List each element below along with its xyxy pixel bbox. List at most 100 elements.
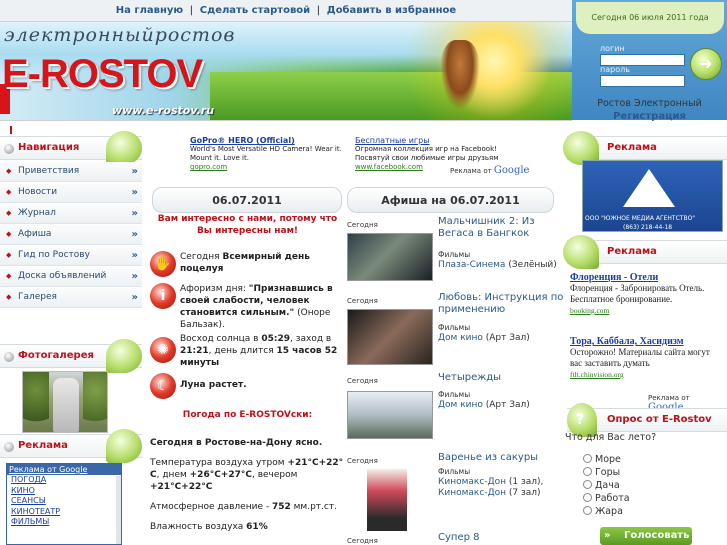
tab-afisha[interactable]: Афиша на 06.07.2011	[347, 187, 554, 213]
event-image[interactable]	[367, 469, 407, 531]
aphorism-prefix: Афоризм дня:	[180, 284, 246, 294]
current-date: Сегодня 06 июля 2011 года	[576, 2, 724, 34]
bookmark-link[interactable]: Добавить в избранное	[327, 5, 456, 16]
event-title[interactable]: Мальчишник 2: Из Вегаса в Бангкок	[438, 216, 568, 240]
media-agency-banner[interactable]: ООО "ЮЖНОЕ МЕДИА АГЕНТСТВО" (863) 218-44…	[582, 160, 723, 232]
radio-icon[interactable]	[583, 493, 592, 502]
aphorism-row: i Афоризм дня: "Признавшись в своей слаб…	[150, 283, 345, 333]
weather-title: Погода по E-ROSTOVски:	[182, 410, 313, 420]
pressure-text: Атмосферное давление - 752 мм.рт.ст.	[150, 501, 345, 513]
pressure-label: Атмосферное давление -	[150, 502, 270, 512]
nav-item-journal[interactable]: ◆ Журнал »	[0, 204, 142, 224]
ads-left-box: Реклама от Google ПОГОДА КИНО СЕАНСЫ КИН…	[6, 463, 122, 545]
nav-item-guide[interactable]: ◆ Гид по Ростову »	[0, 246, 142, 266]
nav-item-label: Приветствия	[18, 166, 80, 176]
pyramid-logo-icon	[623, 169, 675, 207]
password-label: пароль	[600, 65, 630, 74]
event-title[interactable]: Любовь: Инструкция по применению	[438, 292, 568, 316]
password-input[interactable]	[600, 75, 685, 87]
header-banner: электронныйростов E-ROSTOV www.e-rostov.…	[0, 22, 572, 120]
banner-phone: (863) 218-44-18	[623, 224, 673, 231]
poll-option-label: Море	[595, 454, 621, 465]
register-link[interactable]: Регистрация	[572, 111, 727, 122]
poll-option[interactable]: Море	[583, 454, 621, 465]
moon-row: ☾ Луна растет.	[150, 373, 345, 399]
event-date: Сегодня	[347, 221, 378, 229]
event-category: Фильмы	[438, 250, 471, 259]
event-image[interactable]	[347, 391, 433, 439]
place-link[interactable]: Дом кино	[438, 333, 483, 343]
bullet-icon: ◆	[6, 272, 12, 280]
ad-url[interactable]: gopro.com	[190, 163, 355, 172]
ads-left-google-header[interactable]: Реклама от Google	[7, 464, 121, 475]
radio-icon[interactable]	[583, 480, 592, 489]
ad-url[interactable]: booking.com	[570, 305, 724, 316]
place-link[interactable]: Плаза-Синема	[438, 260, 505, 270]
ad-link[interactable]: ФИЛЬМЫ	[11, 517, 121, 528]
sun-text: , заход в	[289, 334, 332, 344]
place-note: (7 зал)	[508, 488, 541, 498]
make-start-link[interactable]: Сделать стартовой	[200, 5, 310, 16]
ad-link[interactable]: ПОГОДА	[11, 475, 121, 486]
tab-today[interactable]: 06.07.2011	[152, 187, 342, 213]
event-title[interactable]: Супер 8	[438, 532, 568, 544]
poll-option[interactable]: Работа	[583, 493, 630, 504]
humidity-label: Влажность воздуха	[150, 522, 244, 532]
place-link[interactable]: Киномакс-Дон	[438, 477, 506, 487]
nav-item-gallery[interactable]: ◆ Галерея »	[0, 288, 142, 308]
radio-icon[interactable]	[583, 467, 592, 476]
ads-scrollbar[interactable]	[116, 476, 121, 544]
temperature-text: Температура воздуха утром +21°C+22° C, д…	[150, 457, 345, 493]
temp-text: , вечером	[251, 470, 298, 480]
nav-item-board[interactable]: ◆ Доска объявлений »	[0, 267, 142, 287]
right-ads-title: Реклама	[607, 142, 657, 153]
top-nav: На главную | Сделать стартовой | Добавит…	[0, 0, 572, 22]
ad-title[interactable]: Бесплатные игры	[355, 136, 525, 145]
place-note: (Зелёный)	[508, 260, 557, 270]
login-submit-button[interactable]: ➜	[690, 48, 722, 80]
right-ads-title: Реклама	[607, 246, 657, 257]
poll-option[interactable]: Жара	[583, 506, 623, 517]
vote-button[interactable]: » Голосовать	[600, 527, 692, 545]
login-label: логин	[600, 44, 625, 53]
ad-link[interactable]: КИНО	[11, 486, 121, 497]
radio-icon[interactable]	[583, 506, 592, 515]
site-tagline: электронныйростов	[4, 24, 236, 46]
ad-title[interactable]: Флоренция - Отели	[570, 272, 724, 283]
nav-item-afisha[interactable]: ◆ Афиша »	[0, 225, 142, 245]
poll-option[interactable]: Дача	[583, 480, 620, 491]
bullet-icon: ◆	[6, 230, 12, 238]
event-image[interactable]	[347, 309, 433, 365]
ad-text: Флоренция - Забронировать Отель. Бесплат…	[570, 283, 705, 304]
ad-link[interactable]: СЕАНСЫ	[11, 496, 121, 507]
ad-title[interactable]: GoPro® HERO (Official)	[190, 136, 355, 145]
intro-text: Вам интересно с нами, потому что Вы инте…	[157, 214, 338, 236]
poll-option-label: Жара	[595, 506, 623, 517]
event-title[interactable]: Варенье из сакуры	[438, 452, 568, 464]
event-title[interactable]: Четырежды	[438, 372, 568, 384]
event-place: Дом кино (Арт Зал)	[438, 400, 530, 411]
ads-left-title: Реклама	[18, 440, 68, 451]
ads-left-header: Реклама	[0, 429, 142, 463]
google-ads-badge[interactable]: Реклама от Google	[450, 165, 529, 176]
nav-item-greetings[interactable]: ◆ Приветствия »	[0, 162, 142, 182]
double-chevron-icon: »	[131, 187, 138, 198]
ad-url[interactable]: ftlt.chinvision.org	[570, 369, 724, 380]
radio-icon[interactable]	[583, 454, 592, 463]
nav-item-label: Журнал	[18, 208, 56, 218]
site-logo[interactable]: E-ROSTOV	[2, 52, 203, 97]
place-link[interactable]: Дом кино	[438, 400, 483, 410]
event-image[interactable]	[347, 233, 433, 281]
event-category: Фильмы	[438, 323, 471, 332]
ad-link[interactable]: КИНОТЕАТР	[11, 507, 121, 518]
nav-item-news[interactable]: ◆ Новости »	[0, 183, 142, 203]
double-chevron-icon: »	[604, 530, 611, 541]
google-ad: Флоренция - Отели Флоренция - Заброниров…	[570, 272, 724, 316]
place-link[interactable]: Киномакс-Дон	[438, 488, 506, 498]
ad-title[interactable]: Тора, Каббала, Хасидизм	[570, 336, 724, 347]
place-note: (1 зал),	[508, 477, 544, 487]
gallery-photo[interactable]	[22, 371, 108, 433]
moon-icon: ☾	[150, 373, 176, 399]
home-link[interactable]: На главную	[116, 5, 183, 16]
poll-option[interactable]: Горы	[583, 467, 620, 478]
